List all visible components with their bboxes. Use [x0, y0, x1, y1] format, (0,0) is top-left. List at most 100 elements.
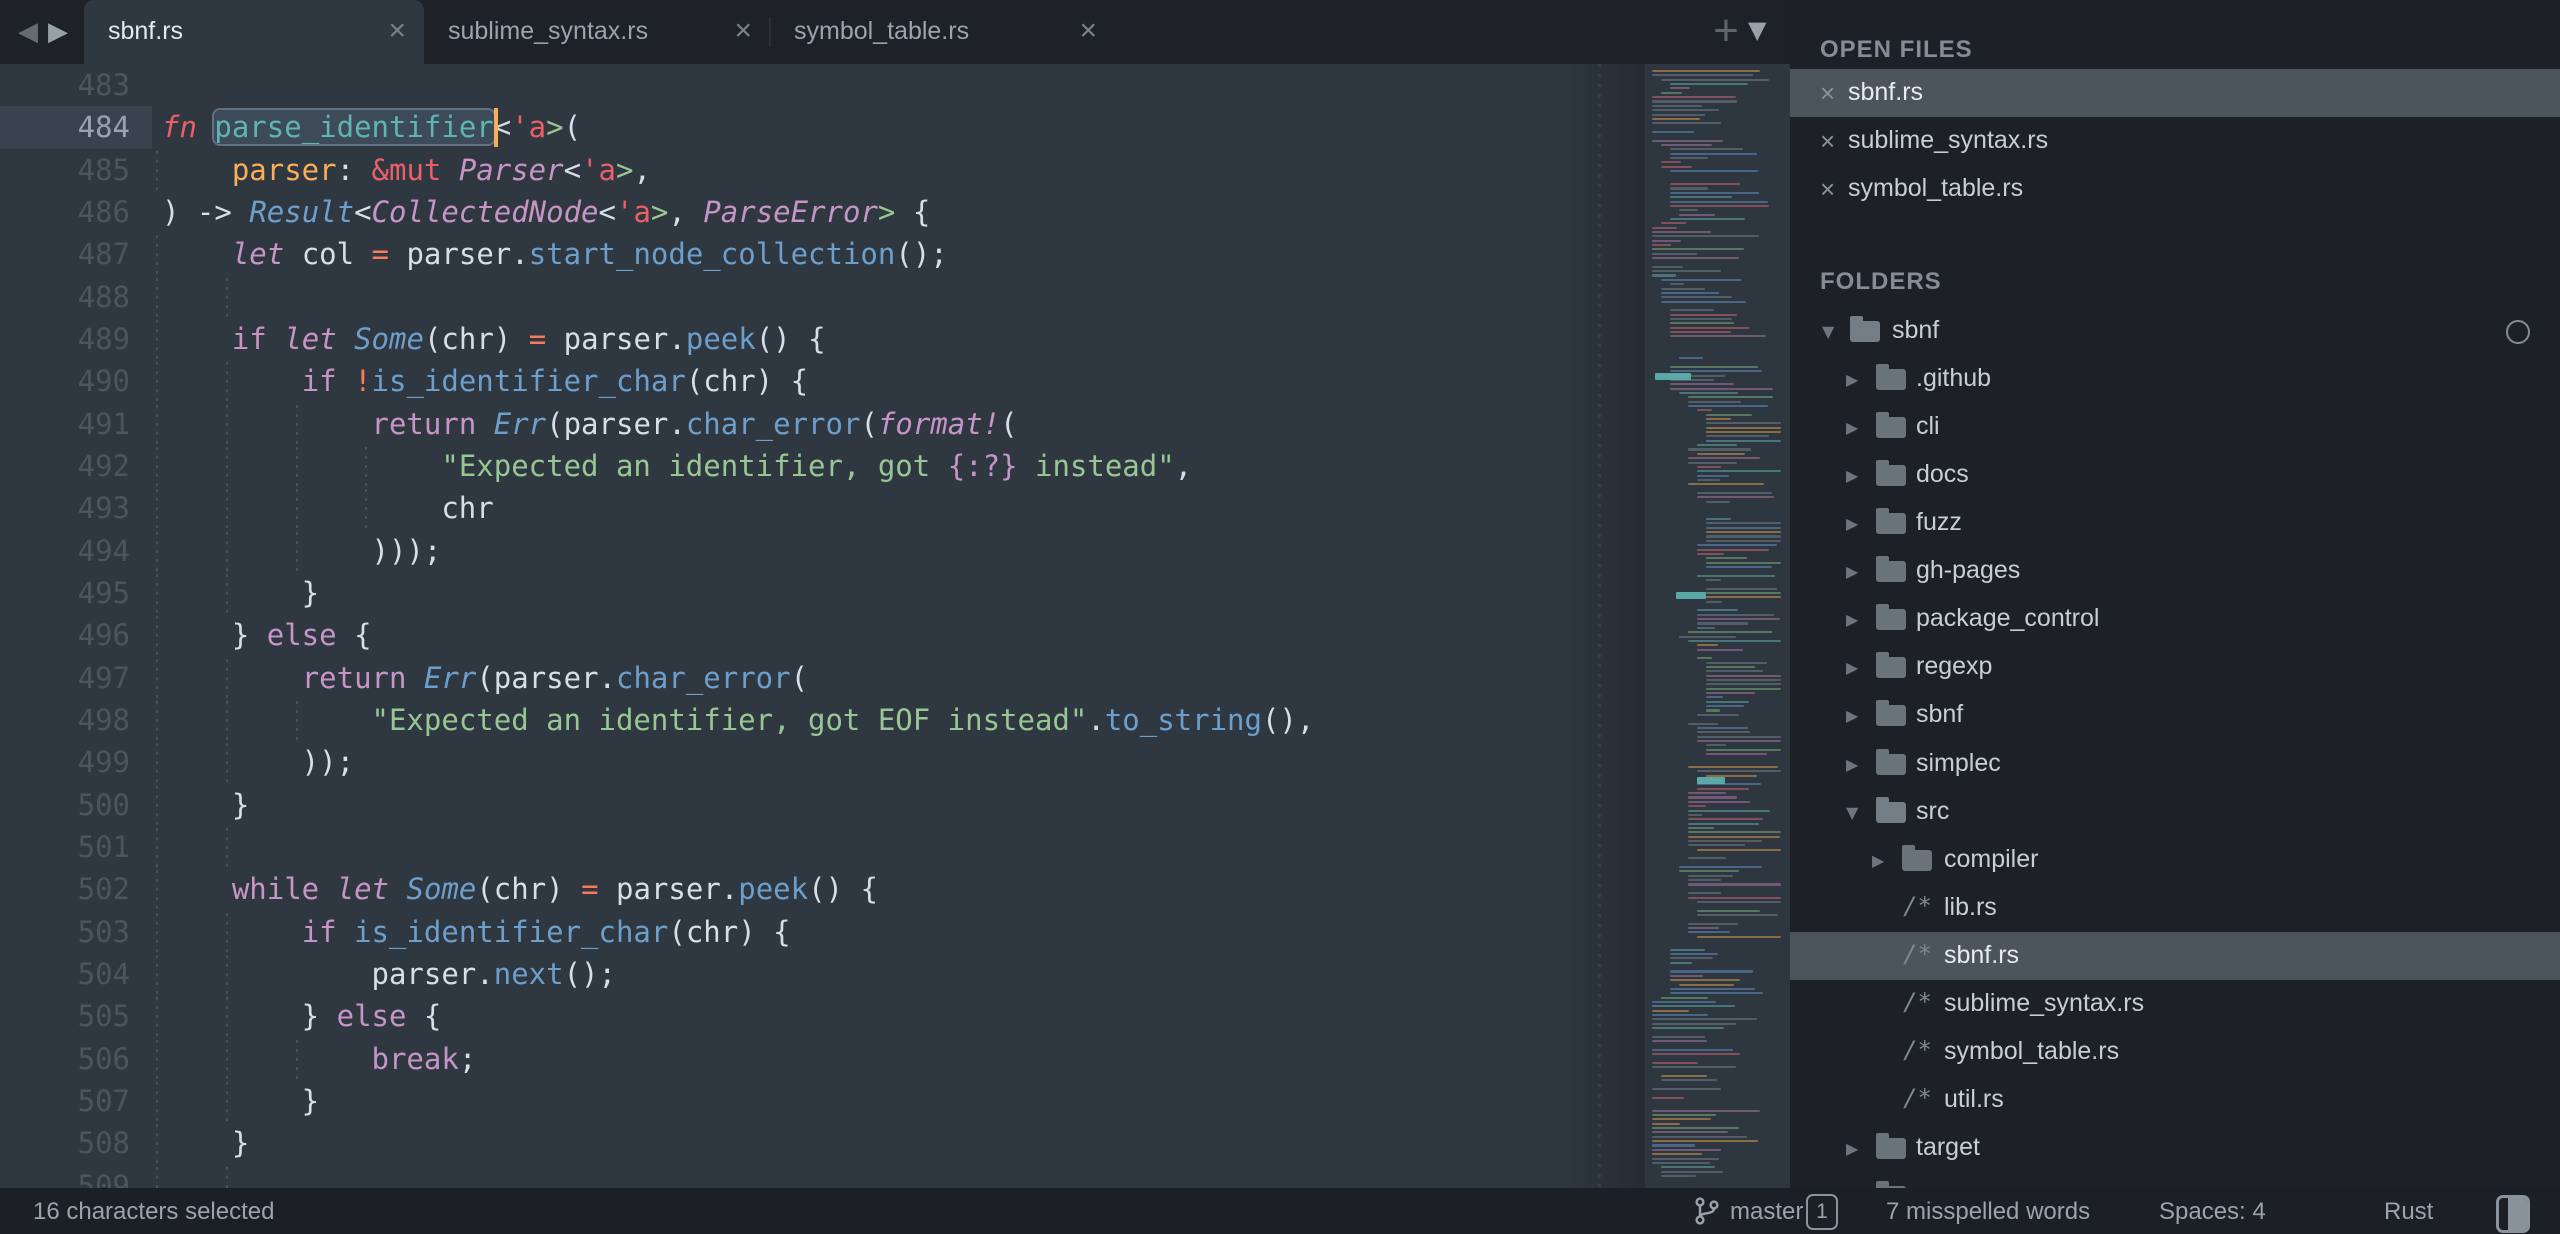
- code-line-507[interactable]: 507 }: [0, 1080, 1790, 1123]
- tree-folder-docs[interactable]: ▶docs: [1790, 451, 2560, 499]
- code-line-502[interactable]: 502 while let Some(chr) = parser.peek() …: [0, 868, 1790, 911]
- tab-scroll-right-icon[interactable]: ▶: [48, 14, 68, 50]
- chevron-collapsed-icon[interactable]: ▶: [1846, 466, 1858, 485]
- git-branch-label[interactable]: master: [1730, 1198, 1803, 1226]
- tab-sublime_syntax-rs[interactable]: sublime_syntax.rs×: [424, 0, 770, 64]
- tab-close-icon[interactable]: ×: [388, 14, 406, 48]
- line-number[interactable]: 506: [0, 1038, 130, 1080]
- tab-overflow-icon[interactable]: ▼: [1748, 16, 1766, 44]
- open-file-symbol_table-rs[interactable]: ×symbol_table.rs: [1790, 165, 2560, 213]
- tab-sbnf-rs[interactable]: sbnf.rs×: [84, 0, 424, 64]
- code-line-487[interactable]: 487 let col = parser.start_node_collecti…: [0, 233, 1790, 276]
- line-number[interactable]: 498: [0, 699, 130, 741]
- line-number[interactable]: 495: [0, 572, 130, 614]
- tree-folder-cli[interactable]: ▶cli: [1790, 403, 2560, 451]
- code-line-496[interactable]: 496 } else {: [0, 614, 1790, 657]
- code-line-500[interactable]: 500 }: [0, 784, 1790, 827]
- line-number[interactable]: 483: [0, 64, 130, 106]
- chevron-collapsed-icon[interactable]: ▶: [1846, 562, 1858, 581]
- line-number[interactable]: 493: [0, 487, 130, 529]
- open-file-sbnf-rs[interactable]: ×sbnf.rs: [1790, 69, 2560, 117]
- line-number[interactable]: 508: [0, 1122, 130, 1164]
- tab-close-icon[interactable]: ×: [734, 14, 752, 48]
- tree-folder-simplec[interactable]: ▶simplec: [1790, 740, 2560, 788]
- git-change-count-badge[interactable]: 1: [1806, 1194, 1838, 1230]
- code-line-504[interactable]: 504 parser.next();: [0, 953, 1790, 996]
- tree-file-sbnf-rs[interactable]: /*sbnf.rs: [1790, 932, 2560, 980]
- chevron-collapsed-icon[interactable]: ▶: [1846, 706, 1858, 725]
- code-line-501[interactable]: 501: [0, 826, 1790, 869]
- code-line-497[interactable]: 497 return Err(parser.char_error(: [0, 657, 1790, 700]
- new-tab-button[interactable]: +: [1706, 2, 1746, 62]
- code-line-508[interactable]: 508 }: [0, 1122, 1790, 1165]
- tree-folder-package_control[interactable]: ▶package_control: [1790, 595, 2560, 643]
- minimap[interactable]: [1645, 64, 1790, 1188]
- code-line-483[interactable]: 483: [0, 64, 1790, 107]
- code-line-493[interactable]: 493 chr: [0, 487, 1790, 530]
- line-number[interactable]: 496: [0, 614, 130, 656]
- tree-folder-fuzz[interactable]: ▶fuzz: [1790, 499, 2560, 547]
- tree-file-lib-rs[interactable]: /*lib.rs: [1790, 884, 2560, 932]
- tree-folder-regexp[interactable]: ▶regexp: [1790, 643, 2560, 691]
- line-number[interactable]: 492: [0, 445, 130, 487]
- line-number[interactable]: 494: [0, 530, 130, 572]
- chevron-collapsed-icon[interactable]: ▶: [1846, 418, 1858, 437]
- code-line-499[interactable]: 499 ));: [0, 741, 1790, 784]
- code-line-498[interactable]: 498 "Expected an identifier, got EOF ins…: [0, 699, 1790, 742]
- code-line-485[interactable]: 485 parser: &mut Parser<'a>,: [0, 149, 1790, 192]
- line-number[interactable]: 507: [0, 1080, 130, 1122]
- chevron-collapsed-icon[interactable]: ▶: [1846, 370, 1858, 389]
- tree-folder-target[interactable]: ▶target: [1790, 1124, 2560, 1172]
- line-number[interactable]: 487: [0, 233, 130, 275]
- line-number[interactable]: 500: [0, 784, 130, 826]
- tree-folder--github[interactable]: ▶.github: [1790, 355, 2560, 403]
- code-line-490[interactable]: 490 if !is_identifier_char(chr) {: [0, 360, 1790, 403]
- line-number[interactable]: 497: [0, 657, 130, 699]
- code-line-486[interactable]: 486) -> Result<CollectedNode<'a>, ParseE…: [0, 191, 1790, 234]
- tab-symbol_table-rs[interactable]: symbol_table.rs×: [770, 0, 1115, 64]
- code-line-491[interactable]: 491 return Err(parser.char_error(format!…: [0, 403, 1790, 446]
- code-line-488[interactable]: 488: [0, 276, 1790, 319]
- tab-scroll-left-icon[interactable]: ◀: [18, 14, 38, 50]
- code-line-492[interactable]: 492 "Expected an identifier, got {:?} in…: [0, 445, 1790, 488]
- chevron-collapsed-icon[interactable]: ▶: [1846, 514, 1858, 533]
- line-number[interactable]: 490: [0, 360, 130, 402]
- line-number[interactable]: 491: [0, 403, 130, 445]
- code-line-505[interactable]: 505 } else {: [0, 995, 1790, 1038]
- line-number[interactable]: 504: [0, 953, 130, 995]
- tree-folder-sbnf[interactable]: ▶sbnf: [1790, 691, 2560, 739]
- close-file-icon[interactable]: ×: [1820, 80, 1835, 106]
- open-file-sublime_syntax-rs[interactable]: ×sublime_syntax.rs: [1790, 117, 2560, 165]
- tree-file-symbol_table-rs[interactable]: /*symbol_table.rs: [1790, 1028, 2560, 1076]
- tree-folder-partial[interactable]: ▶: [1790, 1172, 2560, 1188]
- chevron-collapsed-icon[interactable]: ▶: [1846, 1139, 1858, 1158]
- code-line-495[interactable]: 495 }: [0, 572, 1790, 615]
- tree-file-sublime_syntax-rs[interactable]: /*sublime_syntax.rs: [1790, 980, 2560, 1028]
- tree-folder-compiler[interactable]: ▶compiler: [1790, 836, 2560, 884]
- line-number[interactable]: 485: [0, 149, 130, 191]
- chevron-collapsed-icon[interactable]: ▶: [1846, 755, 1858, 774]
- code-line-489[interactable]: 489 if let Some(chr) = parser.peek() {: [0, 318, 1790, 361]
- line-number[interactable]: 486: [0, 191, 130, 233]
- line-number[interactable]: 488: [0, 276, 130, 318]
- chevron-collapsed-icon[interactable]: ▶: [1872, 851, 1884, 870]
- line-number[interactable]: 502: [0, 868, 130, 910]
- tree-folder-sbnf[interactable]: ▼sbnf: [1790, 307, 2560, 355]
- indentation-status[interactable]: Spaces: 4: [2159, 1198, 2266, 1226]
- line-number[interactable]: 501: [0, 826, 130, 868]
- tree-folder-gh-pages[interactable]: ▶gh-pages: [1790, 547, 2560, 595]
- code-line-503[interactable]: 503 if is_identifier_char(chr) {: [0, 911, 1790, 954]
- code-line-484[interactable]: 484fn parse_identifier<'a>(: [0, 106, 1790, 149]
- close-file-icon[interactable]: ×: [1820, 176, 1835, 202]
- tree-folder-src[interactable]: ▼src: [1790, 788, 2560, 836]
- line-number[interactable]: 505: [0, 995, 130, 1037]
- syntax-status[interactable]: Rust: [2384, 1198, 2433, 1226]
- code-editor[interactable]: 483484fn parse_identifier<'a>(485 parser…: [0, 64, 1790, 1188]
- chevron-collapsed-icon[interactable]: ▶: [1846, 658, 1858, 677]
- tab-close-icon[interactable]: ×: [1079, 14, 1097, 48]
- line-number[interactable]: 499: [0, 741, 130, 783]
- chevron-expanded-icon[interactable]: ▼: [1846, 803, 1858, 822]
- panel-toggle-icon[interactable]: [2496, 1195, 2530, 1233]
- chevron-collapsed-icon[interactable]: ▶: [1846, 610, 1858, 629]
- line-number[interactable]: 509: [0, 1165, 130, 1188]
